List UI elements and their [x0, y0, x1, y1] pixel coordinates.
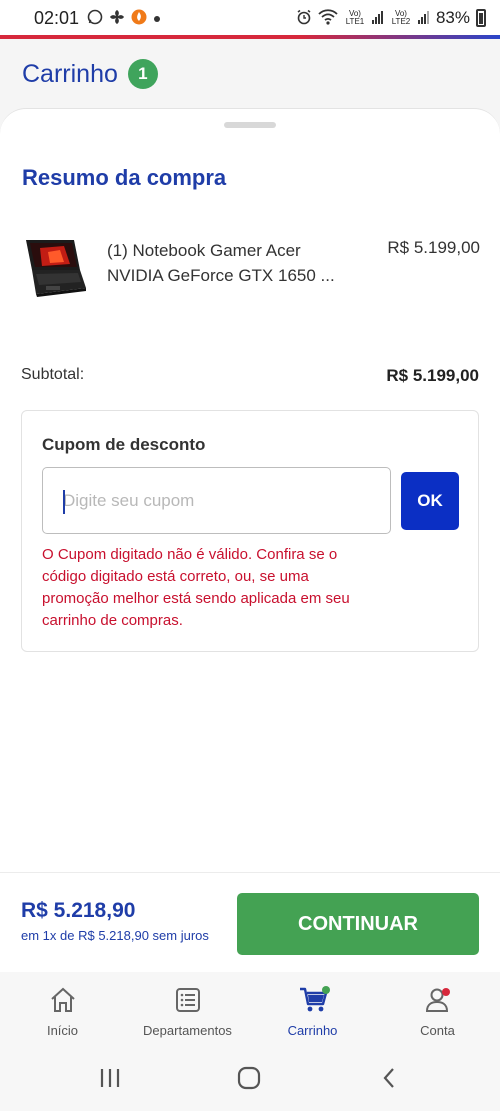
tab-inicio[interactable]: Início: [0, 972, 125, 1044]
back-icon[interactable]: [377, 1066, 403, 1090]
sim1-label: Vo) LTE1: [345, 9, 365, 26]
signal2-icon: [417, 10, 430, 27]
wifi-icon: [318, 8, 338, 28]
subtotal-label: Subtotal:: [21, 366, 85, 383]
subtotal-row: Subtotal: R$ 5.199,00: [21, 366, 479, 386]
section-title: Resumo da compra: [22, 165, 227, 190]
page-header: Carrinho 1: [0, 39, 500, 109]
installments-text: em 1x de R$ 5.218,90 sem juros: [21, 928, 209, 943]
order-total: R$ 5.218,90: [21, 899, 136, 922]
tab-label: Departamentos: [143, 1023, 232, 1038]
laptop-icon: [20, 236, 88, 300]
app-notification-icon: [131, 9, 147, 28]
cart-item[interactable]: (1) Notebook Gamer Acer NVIDIA GeForce G…: [20, 234, 480, 304]
cart-count-badge: 1: [127, 59, 158, 89]
bottom-tab-bar: Início Departamentos Carrinho Conta: [0, 972, 500, 1044]
tab-label: Início: [46, 1023, 79, 1038]
tab-conta[interactable]: Conta: [375, 972, 500, 1044]
signal1-icon: [371, 10, 384, 27]
text-cursor: [63, 490, 65, 514]
apply-coupon-button[interactable]: OK: [401, 472, 459, 530]
item-price: R$ 5.199,00: [387, 238, 480, 257]
sheet: [0, 108, 500, 148]
tab-carrinho[interactable]: Carrinho: [250, 972, 375, 1044]
coupon-error-message: O Cupom digitado não é válido. Confira s…: [42, 546, 350, 629]
more-dot-icon: [153, 10, 161, 26]
coupon-card: Cupom de desconto OK O Cupom digitado nã…: [21, 410, 479, 652]
home-button-icon[interactable]: [236, 1066, 262, 1090]
coupon-input[interactable]: [42, 467, 391, 534]
tab-label: Conta: [420, 1023, 455, 1038]
sheet-top: [0, 108, 500, 148]
alarm-icon: [296, 9, 312, 28]
sim2-label: Vo) LTE2: [391, 9, 411, 26]
continue-button[interactable]: CONTINUAR: [237, 893, 479, 955]
tab-label: Carrinho: [287, 1023, 338, 1038]
battery-icon: [476, 9, 486, 27]
page-title: Carrinho: [22, 59, 118, 88]
whatsapp-icon: [87, 9, 103, 28]
status-bar: 02:01 Vo) LTE1 Vo) LTE2 83%: [0, 0, 500, 36]
system-nav-bar: [0, 1044, 500, 1111]
drag-handle[interactable]: [224, 122, 276, 128]
subtotal-value: R$ 5.199,00: [386, 366, 479, 385]
status-time: 02:01: [34, 7, 80, 28]
item-name: (1) Notebook Gamer Acer NVIDIA GeForce G…: [107, 241, 335, 285]
home-icon: [49, 986, 77, 1014]
checkout-bar: R$ 5.218,90 em 1x de R$ 5.218,90 sem jur…: [0, 872, 500, 972]
account-icon: [424, 986, 452, 1014]
list-icon: [174, 986, 202, 1014]
fan-icon: [109, 9, 125, 28]
battery-percent: 83%: [435, 8, 470, 27]
cart-icon: [299, 986, 330, 1014]
tab-departamentos[interactable]: Departamentos: [125, 972, 250, 1044]
recent-apps-icon[interactable]: [97, 1066, 123, 1090]
coupon-label: Cupom de desconto: [42, 435, 206, 454]
